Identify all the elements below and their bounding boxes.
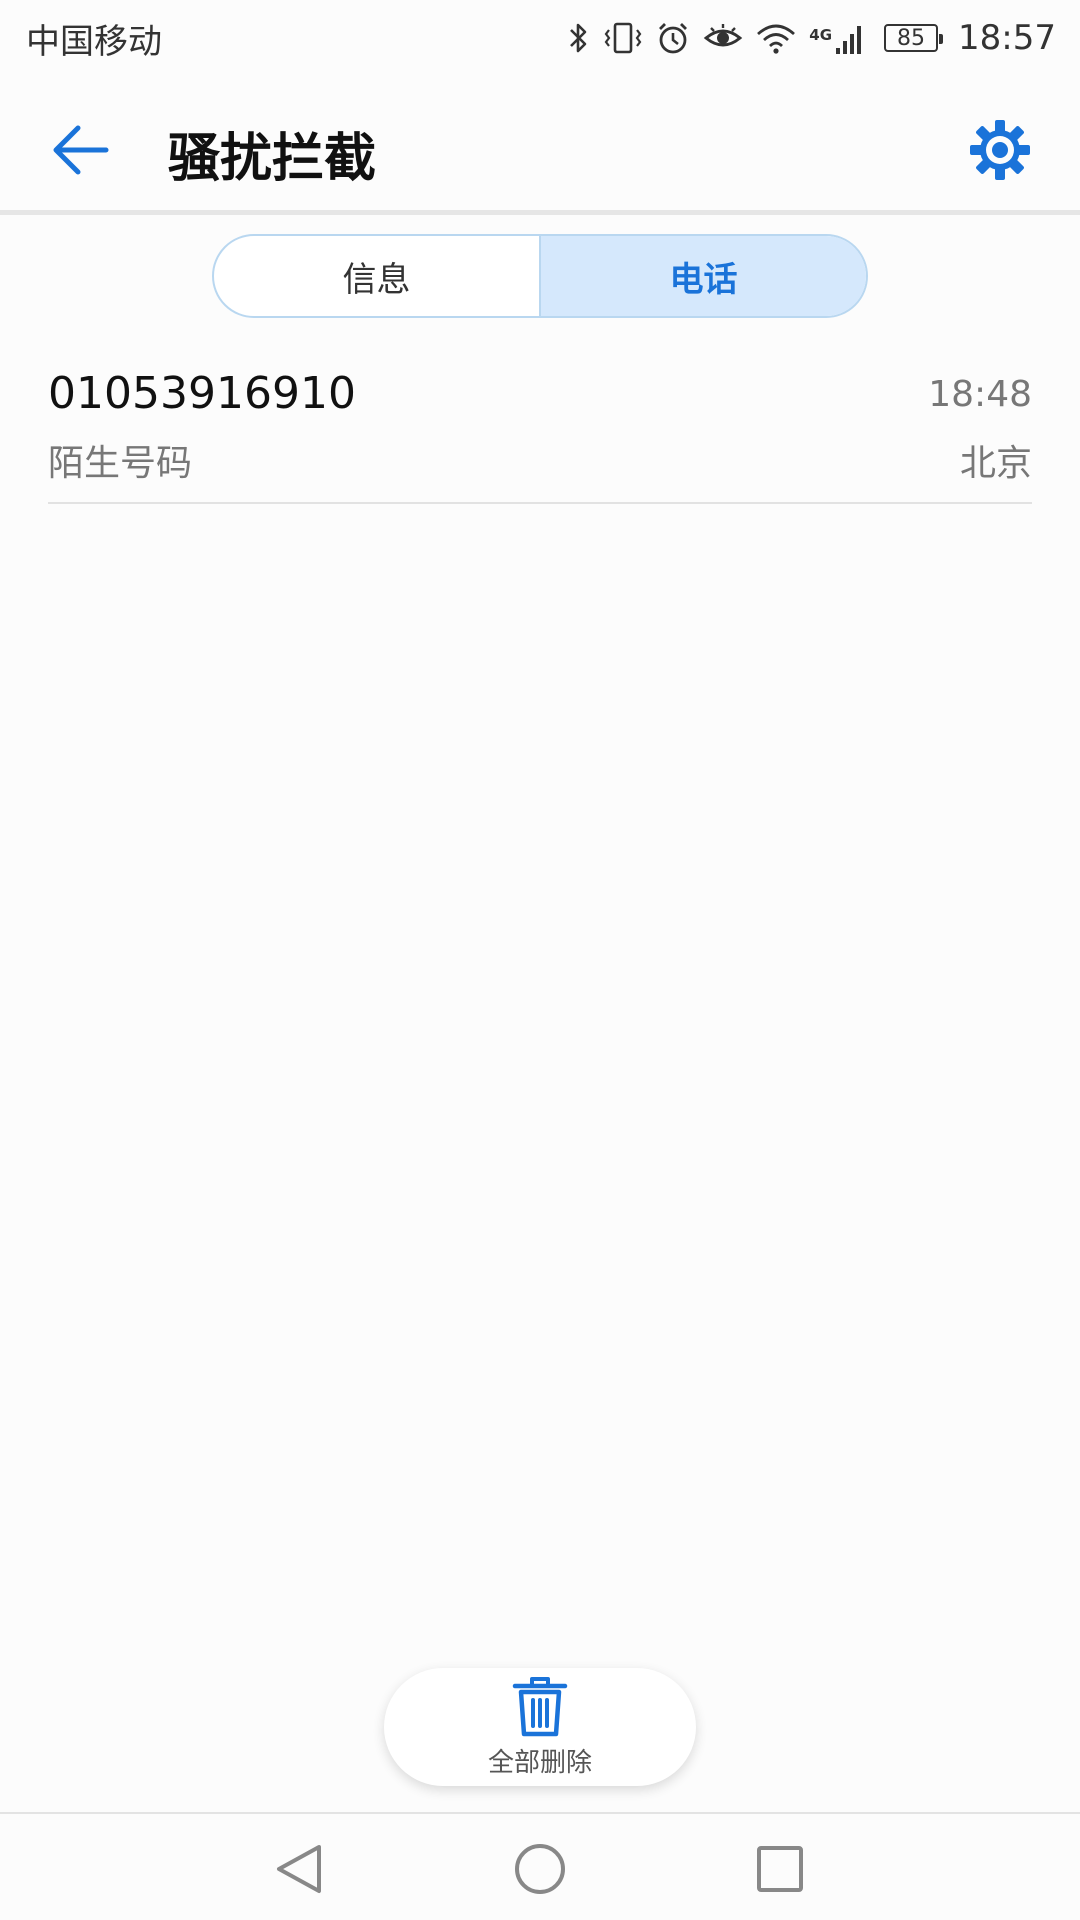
- call-location: 北京: [959, 443, 1032, 484]
- network-type-label: 4G: [809, 26, 833, 44]
- call-time: 18:48: [928, 374, 1032, 415]
- nav-back-button[interactable]: [264, 1834, 334, 1904]
- status-time: 18:57: [958, 18, 1056, 58]
- tab-messages[interactable]: 信息: [214, 236, 539, 316]
- app-bar-divider: [0, 210, 1080, 215]
- square-recents-icon: [757, 1846, 803, 1892]
- signal-icon: [836, 26, 862, 54]
- status-bar: 中国移动 4G 85 18:57: [0, 0, 1080, 76]
- settings-button[interactable]: [960, 110, 1040, 190]
- alarm-icon: [659, 23, 688, 54]
- back-button[interactable]: [42, 112, 118, 188]
- screen: 中国移动 4G 85 18:57 骚扰拦截 信息 电话 01053916910 …: [0, 0, 1080, 1920]
- nav-home-button[interactable]: [505, 1834, 575, 1904]
- bluetooth-icon: [570, 23, 587, 53]
- delete-all-button[interactable]: 全部删除: [384, 1668, 696, 1786]
- triangle-back-icon: [277, 1845, 321, 1893]
- call-number: 01053916910: [48, 368, 356, 419]
- tab-calls[interactable]: 电话: [539, 236, 866, 316]
- battery-indicator: 85: [884, 24, 944, 52]
- call-label: 陌生号码: [48, 443, 193, 484]
- page-title: 骚扰拦截: [168, 129, 377, 189]
- gear-icon: [970, 120, 1030, 180]
- vibrate-icon: [604, 22, 642, 54]
- wifi-icon: [757, 24, 796, 54]
- carrier-name: 中国移动: [26, 21, 162, 62]
- circle-home-icon: [515, 1844, 565, 1894]
- blocked-call-list: 01053916910 陌生号码 18:48 北京: [48, 358, 1032, 504]
- status-icons: 4G 85 18:57: [567, 18, 1056, 58]
- nav-recents-button[interactable]: [745, 1834, 815, 1904]
- list-item[interactable]: 01053916910 陌生号码 18:48 北京: [48, 358, 1032, 504]
- battery-level: 85: [897, 25, 926, 51]
- trash-icon: [512, 1676, 568, 1736]
- eye-comfort-icon: [704, 24, 743, 47]
- navigation-bar: [0, 1814, 1080, 1920]
- delete-all-label: 全部删除: [487, 1747, 592, 1778]
- segmented-tabs: 信息 电话: [212, 234, 868, 318]
- arrow-left-icon: [53, 125, 109, 175]
- app-bar: 骚扰拦截: [0, 76, 1080, 210]
